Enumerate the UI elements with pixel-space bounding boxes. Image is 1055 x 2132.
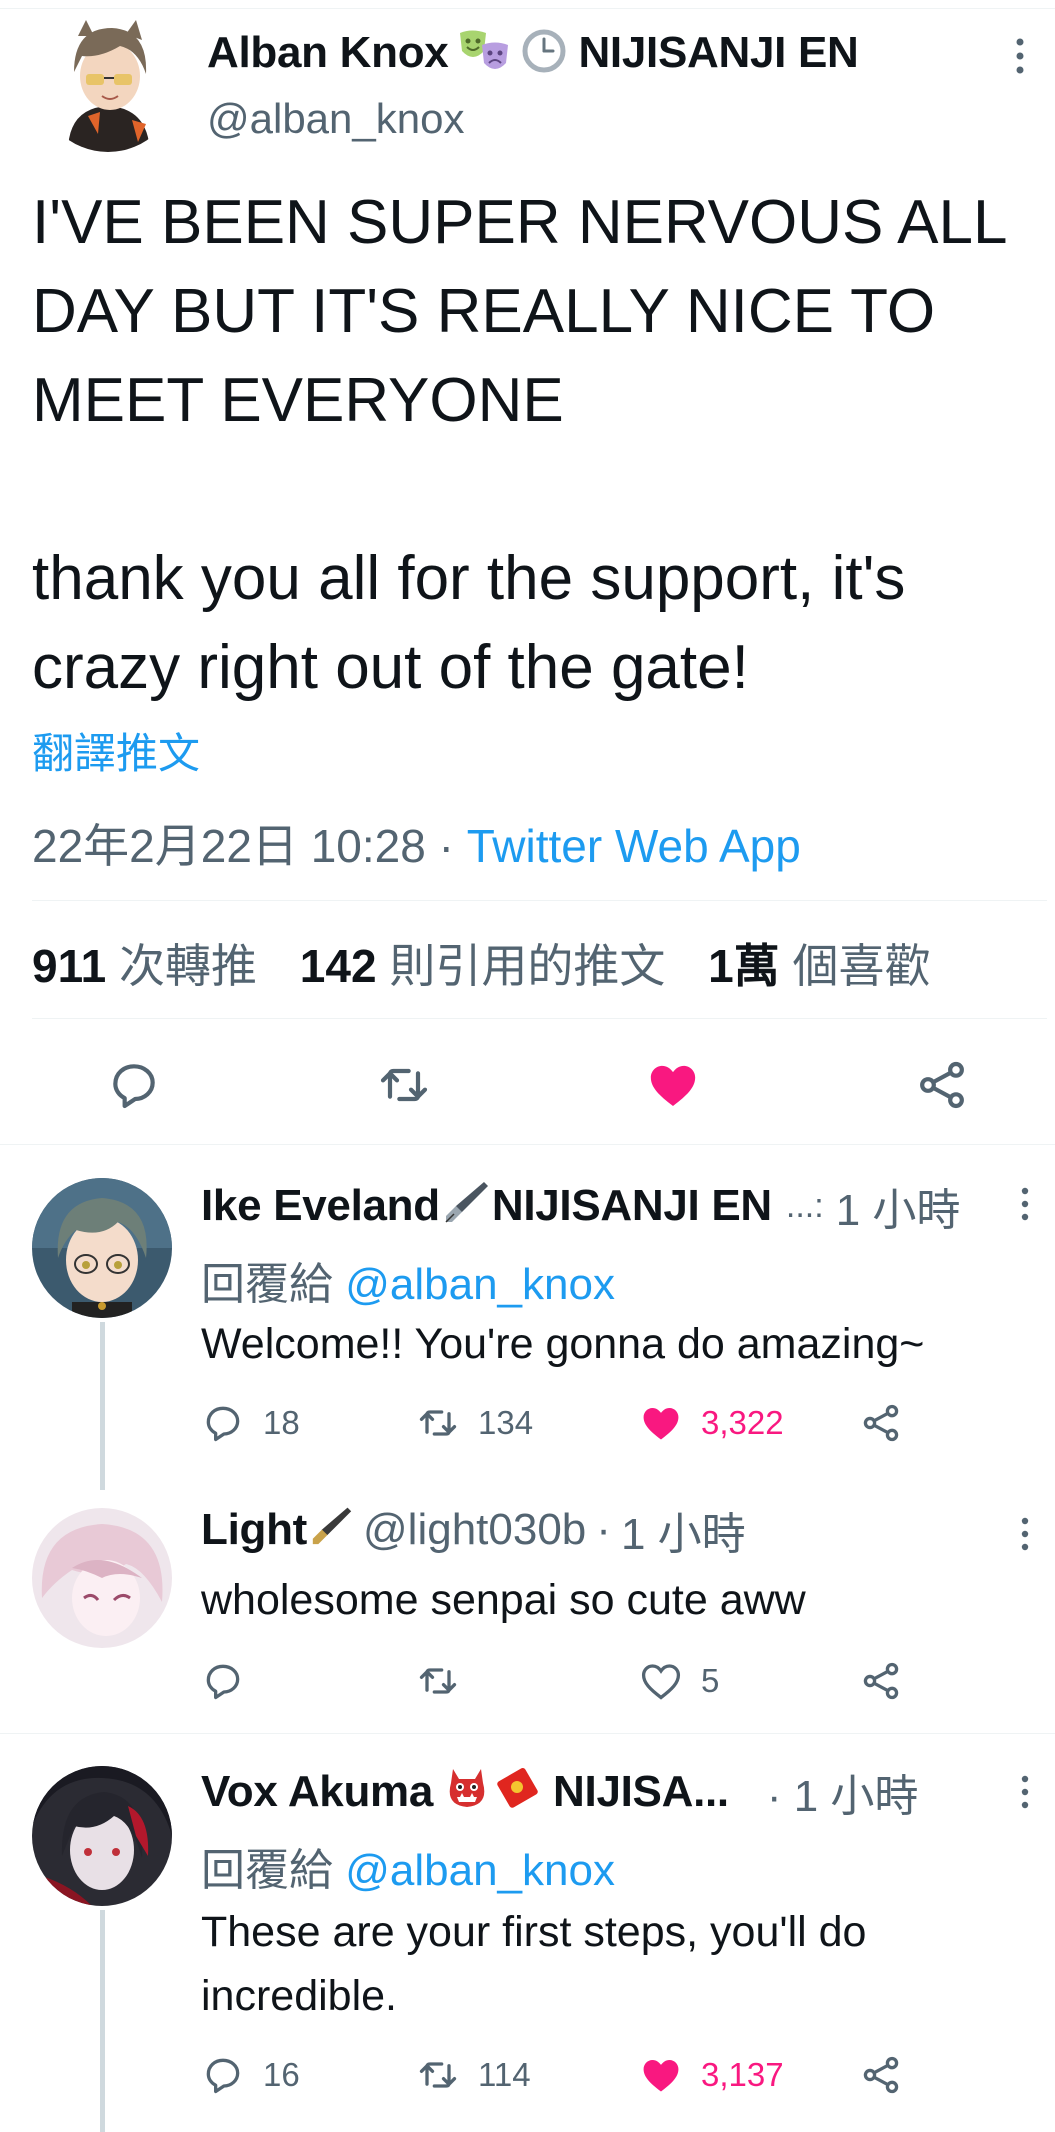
reply-header: Vox Akuma NIJISA... · 1 小時: [201, 1762, 918, 1822]
tweet-text-paragraph: I'VE BEEN SUPER NERVOUS ALL DAY BUT IT'S…: [32, 188, 1006, 435]
reply-icon[interactable]: [104, 1050, 164, 1120]
retweet-count: 134: [478, 1404, 534, 1441]
like-count: 3,137: [701, 2056, 784, 2093]
tweet-meta: 22年2月22日 10:28 · Twitter Web App: [32, 810, 801, 876]
reply-action-bar: 5: [201, 1654, 961, 1708]
avatar-ike-eveland[interactable]: [32, 1178, 172, 1318]
retweet-icon[interactable]: [374, 1050, 434, 1120]
like-count: 5: [701, 1662, 720, 1699]
tweet-action-bar: [0, 1050, 1055, 1120]
like-button[interactable]: 5: [639, 1654, 719, 1708]
tweet-timestamp[interactable]: 22年2月22日 10:28: [32, 820, 426, 872]
reply-author-name[interactable]: Vox Akuma: [201, 1767, 433, 1817]
more-options-icon[interactable]: [1014, 36, 1026, 76]
reply-author-name[interactable]: Light: [201, 1505, 307, 1555]
share-icon[interactable]: [859, 2048, 903, 2102]
like-button[interactable]: 3,322: [639, 1396, 784, 1450]
more-options-icon[interactable]: [1020, 1774, 1030, 1810]
retweet-button[interactable]: 114: [416, 2048, 531, 2102]
author-org: NIJISANJI EN: [578, 28, 859, 77]
reply-author-org: NIJISANJI EN: [491, 1181, 772, 1230]
reply-time[interactable]: 1 小時: [836, 1174, 961, 1238]
meta-separator: ·: [438, 820, 454, 872]
name-truncation: ...:: [785, 1186, 824, 1225]
thread-connector: [100, 1910, 105, 2132]
red-envelope-emoji: [495, 1765, 539, 1820]
translate-tweet-link[interactable]: 翻譯推文: [32, 720, 200, 781]
avatar-light[interactable]: [32, 1508, 172, 1648]
reply-text: Welcome!! You're gonna do amazing~: [201, 1320, 925, 1368]
like-button[interactable]: 3,137: [639, 2048, 784, 2102]
author-handle[interactable]: @alban_knox: [207, 95, 464, 143]
reply-button[interactable]: 18: [201, 1396, 300, 1450]
reply-text: wholesome senpai so cute aww: [201, 1576, 806, 1624]
tweet-source[interactable]: Twitter Web App: [467, 820, 801, 872]
performing-arts-emoji: [458, 29, 512, 78]
divider: [0, 1733, 1055, 1734]
reply-action-bar: 16 114 3,137: [201, 2048, 961, 2102]
more-options-icon[interactable]: [1020, 1516, 1030, 1552]
reply-count: 16: [263, 2056, 300, 2093]
replying-to-handle[interactable]: @alban_knox: [345, 1260, 615, 1309]
like-icon-filled[interactable]: [643, 1050, 703, 1120]
retweet-count: 114: [478, 2056, 531, 2093]
reply-button[interactable]: 16: [201, 2048, 300, 2102]
clock-emoji: [522, 29, 566, 78]
replying-to: 回覆給 @alban_knox: [201, 1846, 615, 1895]
retweet-button[interactable]: [416, 1654, 460, 1708]
divider: [32, 1018, 1047, 1019]
tweet-text-paragraph: thank you all for the support, it's craz…: [32, 544, 906, 702]
avatar-alban-knox[interactable]: [38, 12, 178, 152]
share-icon[interactable]: [859, 1654, 903, 1708]
reply-header: Ike Eveland NIJISANJI EN ...: 1 小時: [201, 1176, 960, 1236]
reply-author-name[interactable]: Ike Eveland: [201, 1181, 440, 1231]
author-name[interactable]: Alban Knox: [207, 28, 449, 78]
divider: [0, 1144, 1055, 1145]
retweet-button[interactable]: 134: [416, 1396, 533, 1450]
share-icon[interactable]: [859, 1396, 903, 1450]
replying-to: 回覆給 @alban_knox: [201, 1260, 615, 1309]
reply-author-org: NIJISA...: [553, 1767, 729, 1816]
reply-time[interactable]: 1 小時: [621, 1498, 746, 1562]
top-divider: [0, 8, 1055, 9]
replying-to-handle[interactable]: @alban_knox: [345, 1846, 615, 1895]
reply-text: These are your first steps, you'll do in…: [201, 1908, 867, 2020]
author-line: Alban Knox NIJISANJI EN: [207, 22, 859, 84]
more-options-icon[interactable]: [1020, 1186, 1030, 1222]
thread-connector: [100, 1322, 105, 1490]
retweets-stat[interactable]: 911 次轉推: [32, 940, 257, 992]
engagement-stats: 911 次轉推 142 則引用的推文 1萬 個喜歡: [32, 930, 930, 996]
share-icon[interactable]: [912, 1050, 972, 1120]
reply-action-bar: 18 134 3,322: [201, 1396, 961, 1450]
reply-count: 18: [263, 1404, 300, 1441]
reply-header: Light @light030b · 1 小時: [201, 1500, 746, 1560]
meta-separator: ·: [596, 1505, 611, 1554]
divider: [32, 900, 1047, 901]
reply-author-handle[interactable]: @light030b: [363, 1505, 586, 1555]
like-count: 3,322: [701, 1404, 784, 1441]
avatar-vox-akuma[interactable]: [32, 1766, 172, 1906]
fountain-pen-emoji: [444, 1178, 490, 1235]
likes-stat[interactable]: 1萬 個喜歡: [708, 940, 930, 992]
reply-button[interactable]: [201, 1654, 245, 1708]
reply-time[interactable]: · 1 小時: [767, 1760, 919, 1824]
ogre-emoji: [445, 1765, 489, 1820]
fountain-pen-emoji: [311, 1504, 353, 1557]
quotes-stat[interactable]: 142 則引用的推文: [300, 940, 666, 992]
tweet-text: I'VE BEEN SUPER NERVOUS ALL DAY BUT IT'S…: [32, 178, 1042, 712]
